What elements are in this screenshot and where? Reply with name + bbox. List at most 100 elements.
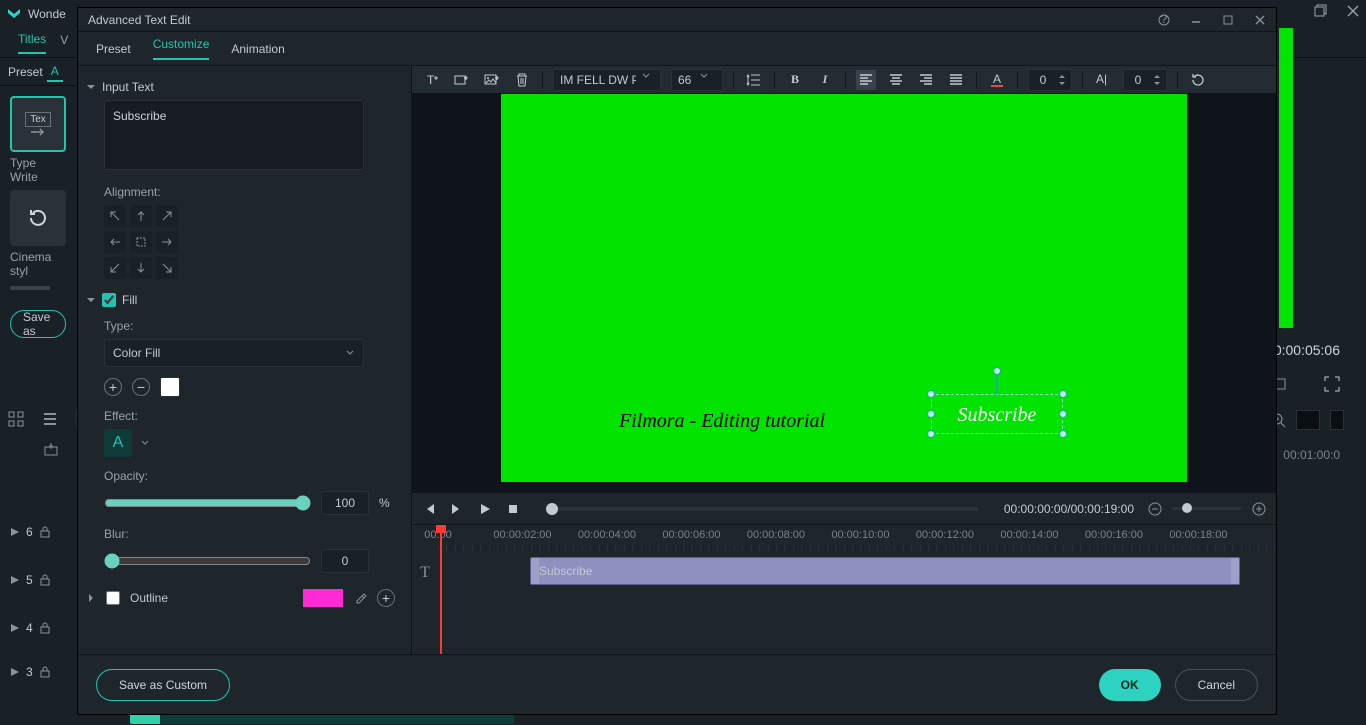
input-text-header[interactable]: Input Text [86,80,395,94]
opacity-value[interactable]: 100 [321,491,369,515]
align-center-button[interactable] [886,70,906,90]
step-down-icon[interactable] [1057,80,1067,88]
tab-preset[interactable]: Preset [96,42,131,56]
refresh-icon[interactable] [1188,70,1208,90]
clip-grip-left[interactable] [531,558,539,584]
align-tc[interactable] [130,205,152,227]
clip-grip-right[interactable] [1231,558,1239,584]
zoom-out-icon[interactable] [1148,502,1162,516]
zoom-slider[interactable] [1172,507,1242,510]
lock-icon[interactable] [39,666,51,678]
main-restore-icon[interactable] [1314,4,1328,18]
align-br[interactable] [156,257,178,279]
thumb-cinema[interactable] [10,190,66,246]
ruler[interactable]: 00:0000:00:02:0000:00:04:0000:00:06:0000… [438,529,1266,555]
blur-slider[interactable] [104,553,311,569]
maximize-icon[interactable] [1222,14,1234,26]
stop-icon[interactable] [506,502,520,516]
handle-tr[interactable] [1059,390,1067,398]
preview-canvas[interactable]: Filmora - Editing tutorial Subscribe [501,94,1187,482]
play-icon[interactable] [478,502,492,516]
color-swatch[interactable] [160,377,180,397]
type-select[interactable]: Color Fill [104,339,364,367]
align-left-button[interactable] [856,70,876,90]
handle-mr[interactable] [1059,410,1067,418]
align-tl[interactable] [104,205,126,227]
ok-button[interactable]: OK [1099,669,1161,701]
playhead[interactable] [440,525,442,654]
bold-button[interactable]: B [785,70,805,90]
help-icon[interactable]: ? [1158,14,1170,26]
prev-frame-icon[interactable] [422,502,436,516]
add-image-icon[interactable] [482,70,502,90]
eyedropper-icon[interactable] [353,591,367,605]
input-text-field[interactable] [104,100,364,170]
align-right-button[interactable] [916,70,936,90]
lock-icon[interactable] [39,526,51,538]
text-clip[interactable]: Subscribe [530,557,1240,585]
preset-chip[interactable]: A [47,62,63,82]
close-icon[interactable] [1254,14,1266,26]
next-frame-icon[interactable] [450,502,464,516]
lock-icon[interactable] [39,622,51,634]
text-selection-box[interactable]: Subscribe [931,394,1063,434]
font-select[interactable]: IM FELL DW Pica F [553,69,661,91]
main-close-icon[interactable] [1346,4,1360,18]
tab-customize[interactable]: Customize [153,37,210,60]
tab-animation[interactable]: Animation [231,42,284,56]
charspace-stepper[interactable]: 0 [1123,69,1167,91]
blur-value[interactable]: 0 [321,549,369,573]
tab-titles[interactable]: Titles [18,32,46,54]
italic-button[interactable]: I [815,70,835,90]
minimize-icon[interactable] [1190,14,1202,26]
effect-preview[interactable]: A [104,429,132,457]
step-down-icon[interactable] [1152,80,1162,88]
add-text-icon[interactable]: T [422,70,442,90]
char-spacing-icon[interactable]: A| [1093,70,1113,90]
save-as-button[interactable]: Save as [10,310,66,338]
handle-bl[interactable] [927,430,935,438]
scrub-knob[interactable] [546,503,558,515]
fullscreen-icon[interactable] [1324,376,1340,392]
text-color-button[interactable]: A [987,70,1007,90]
add-color-button[interactable]: + [104,378,122,396]
list-icon[interactable] [42,411,58,427]
tab-v[interactable]: V [60,33,68,53]
fill-checkbox[interactable] [102,293,116,307]
dialog-footer: Save as Custom OK Cancel [78,654,1276,714]
rotate-handle[interactable] [993,367,1001,375]
cancel-button[interactable]: Cancel [1175,669,1258,701]
tracking-stepper[interactable]: 0 [1028,69,1072,91]
lock-icon[interactable] [39,574,51,586]
align-justify-button[interactable] [946,70,966,90]
align-bc[interactable] [130,257,152,279]
remove-color-button[interactable]: − [132,378,150,396]
grid-icon[interactable] [8,411,24,427]
canvas-text-1[interactable]: Filmora - Editing tutorial [619,410,825,433]
outline-checkbox[interactable] [106,591,120,605]
outline-color-swatch[interactable] [303,589,343,607]
align-bl[interactable] [104,257,126,279]
chevron-down-icon[interactable] [140,438,150,448]
handle-tl[interactable] [927,390,935,398]
zoom-in-icon[interactable] [1252,502,1266,516]
save-as-custom-button[interactable]: Save as Custom [96,669,230,701]
align-mr[interactable] [156,231,178,253]
scrub-bar[interactable] [546,507,978,511]
handle-ml[interactable] [927,410,935,418]
align-mc[interactable] [130,231,152,253]
size-select[interactable]: 66 [671,69,723,91]
step-up-icon[interactable] [1152,72,1162,80]
mini-timeline: 00:0000:00:02:0000:00:04:0000:00:06:0000… [412,524,1276,654]
handle-br[interactable] [1059,430,1067,438]
align-tr[interactable] [156,205,178,227]
add-shape-icon[interactable] [452,70,472,90]
delete-icon[interactable] [512,70,532,90]
add-outline-button[interactable]: + [377,589,395,607]
step-up-icon[interactable] [1057,72,1067,80]
export-icon[interactable] [43,441,59,457]
line-spacing-icon[interactable] [744,70,764,90]
align-ml[interactable] [104,231,126,253]
thumb-typewriter[interactable]: Tex [10,96,66,152]
opacity-slider[interactable] [104,495,311,511]
